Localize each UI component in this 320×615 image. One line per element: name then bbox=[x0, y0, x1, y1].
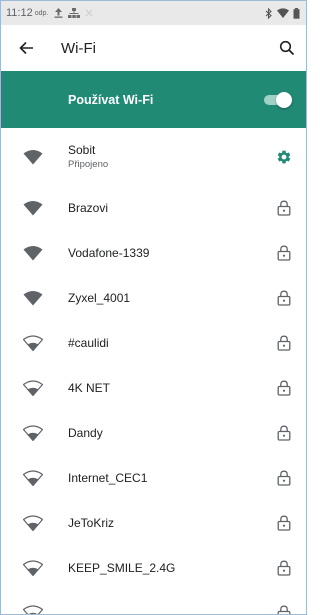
signal-icon bbox=[277, 8, 289, 18]
network-item[interactable]: JeToKriz bbox=[1, 500, 306, 545]
status-bar: 11:12 odp. bbox=[1, 1, 306, 25]
wifi-signal-icon bbox=[23, 200, 43, 216]
lock-icon bbox=[274, 243, 294, 263]
arrow-left-icon bbox=[19, 41, 33, 55]
lock-icon bbox=[274, 603, 294, 614]
network-icon bbox=[68, 8, 81, 18]
network-item[interactable]: Sobit Připojeno bbox=[1, 128, 306, 185]
network-status: Připojeno bbox=[68, 159, 109, 170]
network-item[interactable]: #caulidi bbox=[1, 320, 306, 365]
lock-icon bbox=[274, 378, 294, 398]
network-name: Brazovi bbox=[68, 200, 109, 215]
network-item[interactable]: Dandy bbox=[1, 410, 306, 455]
wifi-signal-icon bbox=[23, 424, 43, 441]
network-name: KEEP_SMILE_2.4G bbox=[68, 560, 176, 575]
wifi-signal-icon bbox=[23, 469, 43, 486]
network-name: 4K NET bbox=[68, 380, 111, 395]
wifi-switch[interactable] bbox=[262, 91, 292, 108]
wifi-signal-icon bbox=[23, 290, 43, 306]
app-bar: Wi-Fi bbox=[1, 25, 306, 71]
network-name: JeToKriz bbox=[68, 515, 115, 530]
wifi-switch-thumb bbox=[276, 91, 292, 108]
lock-icon bbox=[274, 198, 294, 218]
status-time: 11:12 bbox=[6, 7, 33, 19]
status-time-suffix: odp. bbox=[34, 9, 49, 17]
wifi-signal-icon bbox=[23, 514, 43, 531]
network-item[interactable] bbox=[1, 590, 306, 614]
page-title: Wi-Fi bbox=[61, 39, 96, 57]
lock-icon bbox=[274, 558, 294, 578]
status-notification-icon bbox=[85, 9, 93, 17]
wifi-master-label: Používat Wi-Fi bbox=[68, 92, 154, 107]
network-name: #caulidi bbox=[68, 335, 109, 350]
wifi-signal-icon bbox=[23, 604, 43, 614]
network-item[interactable]: 4K NET bbox=[1, 365, 306, 410]
network-item[interactable]: Brazovi bbox=[1, 185, 306, 230]
network-name: Internet_CEC1 bbox=[68, 470, 148, 485]
lock-icon bbox=[274, 513, 294, 533]
network-name: Sobit bbox=[68, 143, 96, 157]
network-name: Zyxel_4001 bbox=[68, 290, 131, 305]
upload-icon bbox=[54, 8, 63, 18]
network-settings-button[interactable] bbox=[274, 147, 294, 167]
wifi-settings-screen: 11:12 odp. Wi-Fi Používat Wi-Fi Sobit Př… bbox=[0, 0, 307, 615]
bluetooth-icon bbox=[265, 7, 273, 19]
battery-icon bbox=[293, 7, 300, 19]
wifi-signal-icon bbox=[23, 379, 43, 396]
network-list: Sobit Připojeno Brazovi Vodafone-1339 Zy… bbox=[1, 128, 306, 614]
wifi-signal-icon bbox=[23, 245, 43, 261]
network-item[interactable]: KEEP_SMILE_2.4G bbox=[1, 545, 306, 590]
lock-icon bbox=[274, 288, 294, 308]
lock-icon bbox=[274, 423, 294, 443]
wifi-signal-icon bbox=[23, 559, 43, 576]
network-item[interactable]: Vodafone-1339 bbox=[1, 230, 306, 275]
search-icon bbox=[279, 40, 295, 56]
lock-icon bbox=[274, 333, 294, 353]
wifi-signal-icon bbox=[23, 149, 43, 165]
search-button[interactable] bbox=[276, 37, 298, 59]
back-button[interactable] bbox=[15, 37, 37, 59]
network-item[interactable]: Zyxel_4001 bbox=[1, 275, 306, 320]
wifi-signal-icon bbox=[23, 334, 43, 351]
network-item[interactable]: Internet_CEC1 bbox=[1, 455, 306, 500]
network-name: Dandy bbox=[68, 425, 103, 440]
wifi-master-toggle-row[interactable]: Používat Wi-Fi bbox=[1, 71, 306, 128]
lock-icon bbox=[274, 468, 294, 488]
network-name: Vodafone-1339 bbox=[68, 245, 150, 260]
gear-icon bbox=[277, 150, 291, 163]
